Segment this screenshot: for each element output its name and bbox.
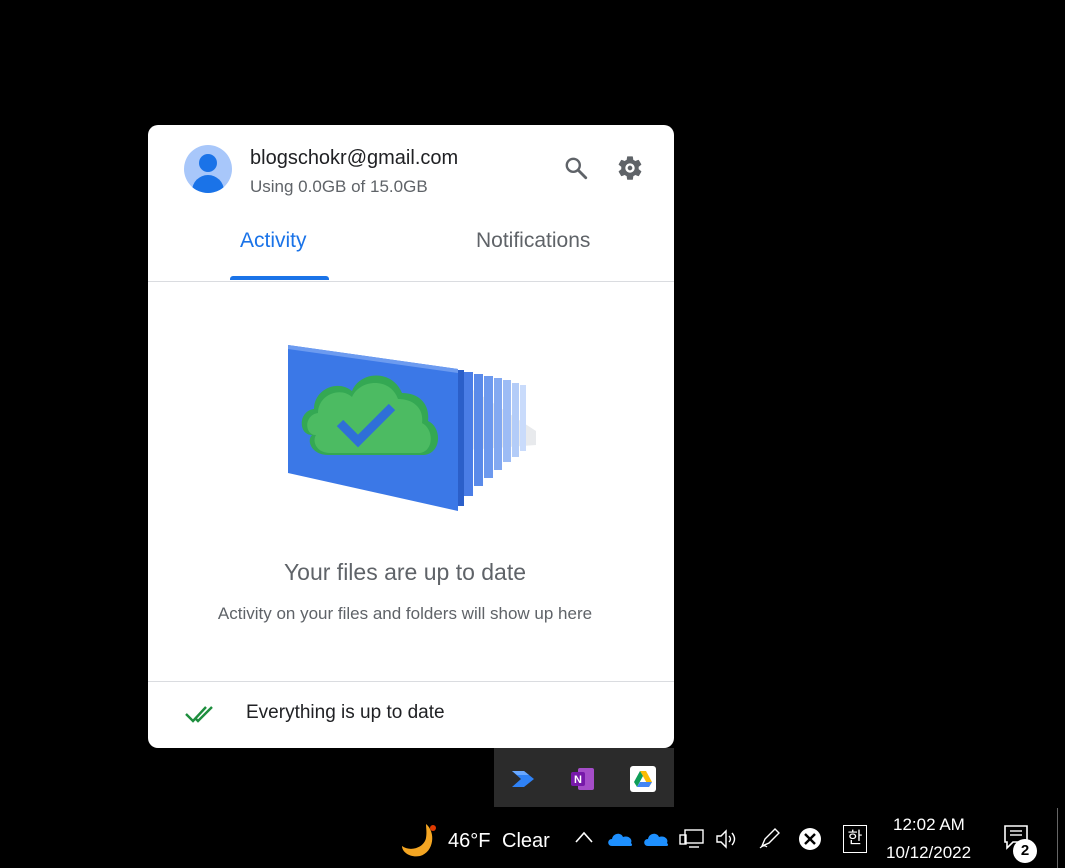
moon-weather-icon[interactable] (400, 820, 440, 860)
gear-icon (618, 156, 642, 180)
status-divider (148, 681, 674, 682)
power-automate-icon[interactable] (510, 766, 536, 792)
clock-date[interactable]: 10/12/2022 (886, 843, 971, 863)
avatar-body (192, 175, 224, 193)
onenote-icon[interactable]: N (570, 766, 596, 792)
tab-notifications[interactable]: Notifications (476, 229, 590, 253)
files-synced-illustration (288, 345, 536, 511)
google-drive-icon[interactable] (630, 766, 656, 792)
account-email: blogschokr@gmail.com (250, 147, 459, 169)
storage-usage: Using 0.0GB of 15.0GB (250, 177, 428, 196)
onedrive-icon-2[interactable] (642, 830, 670, 848)
close-circle-icon[interactable] (798, 827, 822, 851)
show-desktop-edge[interactable] (1057, 808, 1058, 868)
tray-overflow-popup: N (494, 748, 674, 807)
onedrive-icon[interactable] (606, 830, 634, 848)
active-tab-indicator (230, 276, 329, 280)
chevron-up-icon[interactable] (574, 830, 594, 844)
search-icon (565, 157, 588, 180)
ime-indicator[interactable]: 한 (843, 825, 867, 853)
avatar[interactable] (184, 145, 232, 193)
settings-button[interactable] (615, 153, 645, 183)
sync-status-text: Everything is up to date (246, 702, 445, 723)
weather-temperature[interactable]: 46°F (448, 830, 490, 853)
pen-icon[interactable] (758, 826, 782, 850)
volume-icon[interactable] (715, 828, 741, 850)
network-icon[interactable] (679, 828, 705, 850)
drive-popup-panel: blogschokr@gmail.com Using 0.0GB of 15.0… (148, 125, 674, 748)
clock-time[interactable]: 12:02 AM (893, 815, 965, 835)
avatar-head (199, 154, 217, 172)
tabs-divider (148, 281, 674, 282)
empty-state-subtext: Activity on your files and folders will … (217, 604, 593, 623)
weather-condition[interactable]: Clear (502, 830, 550, 853)
tab-activity[interactable]: Activity (240, 229, 307, 253)
svg-text:N: N (574, 774, 582, 786)
taskbar: 46°F Clear 한 12:02 AM 10/12/2022 2 (0, 808, 1065, 868)
notification-count-badge: 2 (1013, 839, 1037, 863)
double-check-icon (185, 706, 213, 723)
empty-state-headline: Your files are up to date (283, 559, 527, 585)
search-button[interactable] (561, 153, 591, 183)
